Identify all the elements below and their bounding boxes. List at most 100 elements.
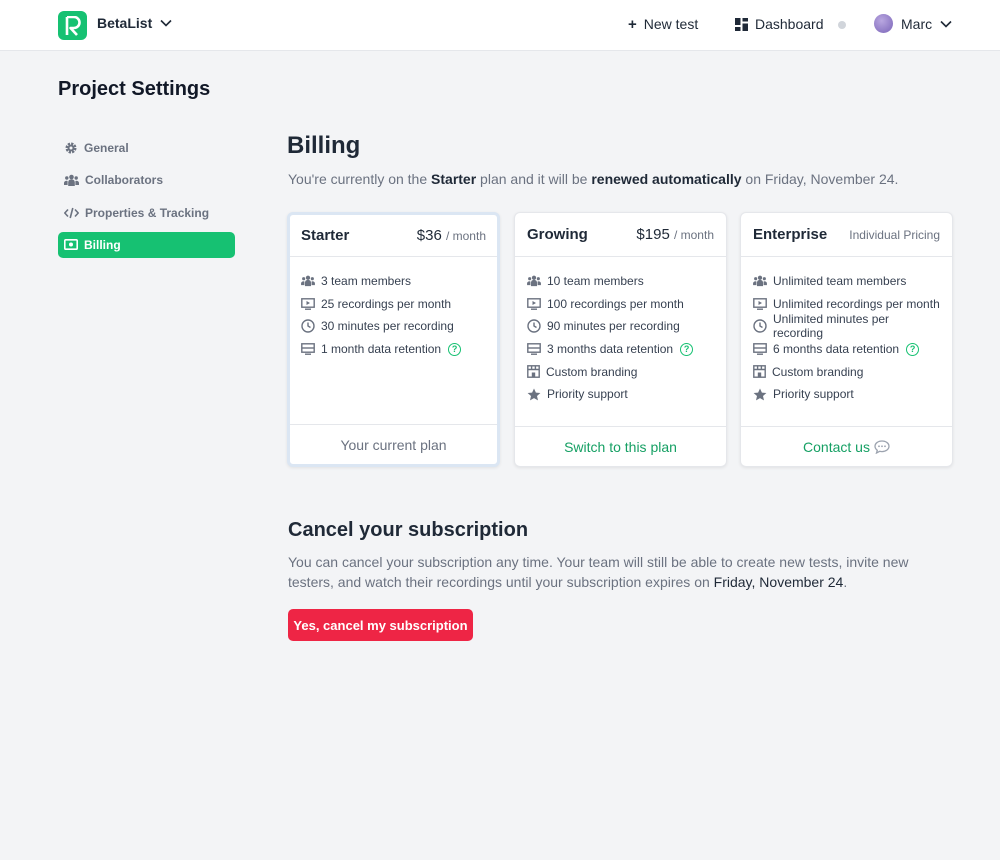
plan-price-amount: $195 (636, 226, 670, 243)
chevron-down-icon (940, 20, 952, 28)
sidebar-item-collaborators[interactable]: Collaborators (58, 167, 235, 193)
storefront-icon (527, 365, 540, 379)
cancel-description: You can cancel your subscription any tim… (288, 552, 953, 592)
help-icon[interactable]: ? (448, 342, 462, 356)
plan-card-footer: Switch to this plan (515, 426, 726, 466)
plan-card-header: Starter $36 / month (290, 215, 497, 257)
feature-label: Custom branding (546, 364, 638, 379)
status-indicator (838, 21, 846, 29)
chat-bubble-icon (874, 439, 890, 454)
plan-price: $195 / month (636, 226, 714, 243)
user-name: Marc (901, 15, 933, 32)
clock-icon (301, 319, 315, 334)
workspace-name: BetaList (97, 15, 153, 31)
expiry-date: Friday, November 24 (713, 574, 844, 590)
billing-icon (64, 239, 78, 251)
gear-icon (65, 142, 77, 154)
feature-label: 25 recordings per month (321, 296, 452, 311)
plan-price: $36 / month (417, 227, 486, 244)
sidebar-item-general[interactable]: General (58, 135, 235, 161)
help-icon[interactable]: ? (906, 342, 920, 356)
sidebar-item-label: Billing (84, 237, 121, 252)
user-menu[interactable]: Marc (874, 14, 952, 33)
feature-label: 6 months data retention (773, 342, 900, 357)
plan-price: Individual Pricing (849, 227, 940, 242)
new-test-label: New test (643, 16, 699, 32)
cancel-section-title: Cancel your subscription (288, 519, 529, 541)
workspace-switcher[interactable]: BetaList (97, 15, 172, 31)
contact-us-button[interactable]: Contact us (803, 439, 890, 455)
server-icon (301, 343, 315, 355)
feature-data-retention: 3 months data retention ? (527, 338, 714, 361)
storefront-icon (753, 365, 766, 379)
video-screen-icon (301, 297, 315, 310)
feature-team-members: 3 team members (301, 270, 486, 293)
sidebar-item-properties-tracking[interactable]: Properties & Tracking (58, 200, 235, 226)
dashboard-icon (735, 17, 748, 31)
video-screen-icon (527, 297, 541, 310)
dashboard-link[interactable]: Dashboard (735, 16, 824, 32)
star-icon (753, 388, 767, 401)
feature-label: Unlimited minutes per recording (773, 312, 890, 341)
feature-team-members: Unlimited team members (753, 270, 940, 293)
sidebar-item-label: Properties & Tracking (85, 205, 210, 220)
logo-r-icon (65, 15, 81, 36)
new-test-button[interactable]: + New test (628, 16, 698, 32)
feature-label: 90 minutes per recording (547, 319, 680, 334)
feature-label: Unlimited recordings per month (773, 296, 940, 311)
users-icon (753, 275, 767, 287)
help-icon[interactable]: ? (680, 342, 694, 356)
users-icon (64, 174, 79, 186)
cancel-desc-suffix: . (843, 574, 848, 590)
code-icon (64, 207, 79, 218)
plan-card-enterprise: Enterprise Individual Pricing Unlimited … (740, 212, 953, 467)
video-screen-icon (753, 297, 767, 310)
feature-custom-branding: Custom branding (527, 360, 714, 383)
billing-desc-prefix: You're currently on the (288, 171, 432, 187)
feature-label: Custom branding (772, 364, 864, 379)
contact-us-label: Contact us (803, 438, 870, 455)
feature-list: 3 team members 25 recordings per month 3… (290, 257, 497, 360)
feature-label: 3 months data retention (547, 342, 674, 357)
sidebar-item-label: General (84, 141, 129, 155)
plan-name: Starter (301, 227, 350, 244)
feature-list: Unlimited team members Unlimited recordi… (741, 257, 952, 406)
plan-price-period: / month (445, 229, 486, 243)
plan-name: Growing (527, 226, 588, 243)
users-icon (301, 275, 315, 287)
plan-card-header: Enterprise Individual Pricing (741, 213, 952, 257)
sidebar-item-label: Collaborators (85, 173, 164, 188)
plan-price-amount: $36 (416, 227, 442, 244)
plan-card-growing: Growing $195 / month 10 team members 100… (514, 212, 727, 467)
billing-title: Billing (287, 132, 361, 159)
clock-icon (527, 319, 541, 334)
feature-minutes: Unlimited minutes per recording (753, 312, 940, 341)
avatar (874, 14, 893, 33)
billing-desc-suffix: on Friday, November 24. (741, 171, 899, 187)
server-icon (527, 343, 541, 355)
feature-recordings: 100 recordings per month (527, 293, 714, 316)
app-logo[interactable] (58, 11, 87, 40)
star-icon (527, 388, 541, 401)
plus-icon: + (628, 15, 637, 33)
plan-price-period: / month (673, 228, 714, 242)
cancel-subscription-button[interactable]: Yes, cancel my subscription (288, 609, 473, 641)
dashboard-label: Dashboard (755, 16, 824, 32)
billing-description: You're currently on the Starter plan and… (288, 171, 898, 187)
feature-label: 3 team members (321, 274, 412, 289)
server-icon (753, 343, 767, 355)
feature-minutes: 30 minutes per recording (301, 315, 486, 338)
top-navbar: BetaList + New test Dashboard Marc (0, 0, 1000, 51)
feature-label: Priority support (547, 387, 628, 402)
switch-plan-button[interactable]: Switch to this plan (564, 439, 677, 455)
feature-priority-support: Priority support (753, 383, 940, 406)
plan-card-starter: Starter $36 / month 3 team members 25 re… (287, 212, 500, 467)
feature-label: 10 team members (547, 274, 644, 289)
plan-name: Enterprise (753, 226, 828, 243)
users-icon (527, 275, 541, 287)
feature-custom-branding: Custom branding (753, 360, 940, 383)
feature-team-members: 10 team members (527, 270, 714, 293)
feature-data-retention: 6 months data retention ? (753, 338, 940, 361)
sidebar-item-billing[interactable]: Billing (58, 231, 235, 258)
plan-card-header: Growing $195 / month (515, 213, 726, 257)
